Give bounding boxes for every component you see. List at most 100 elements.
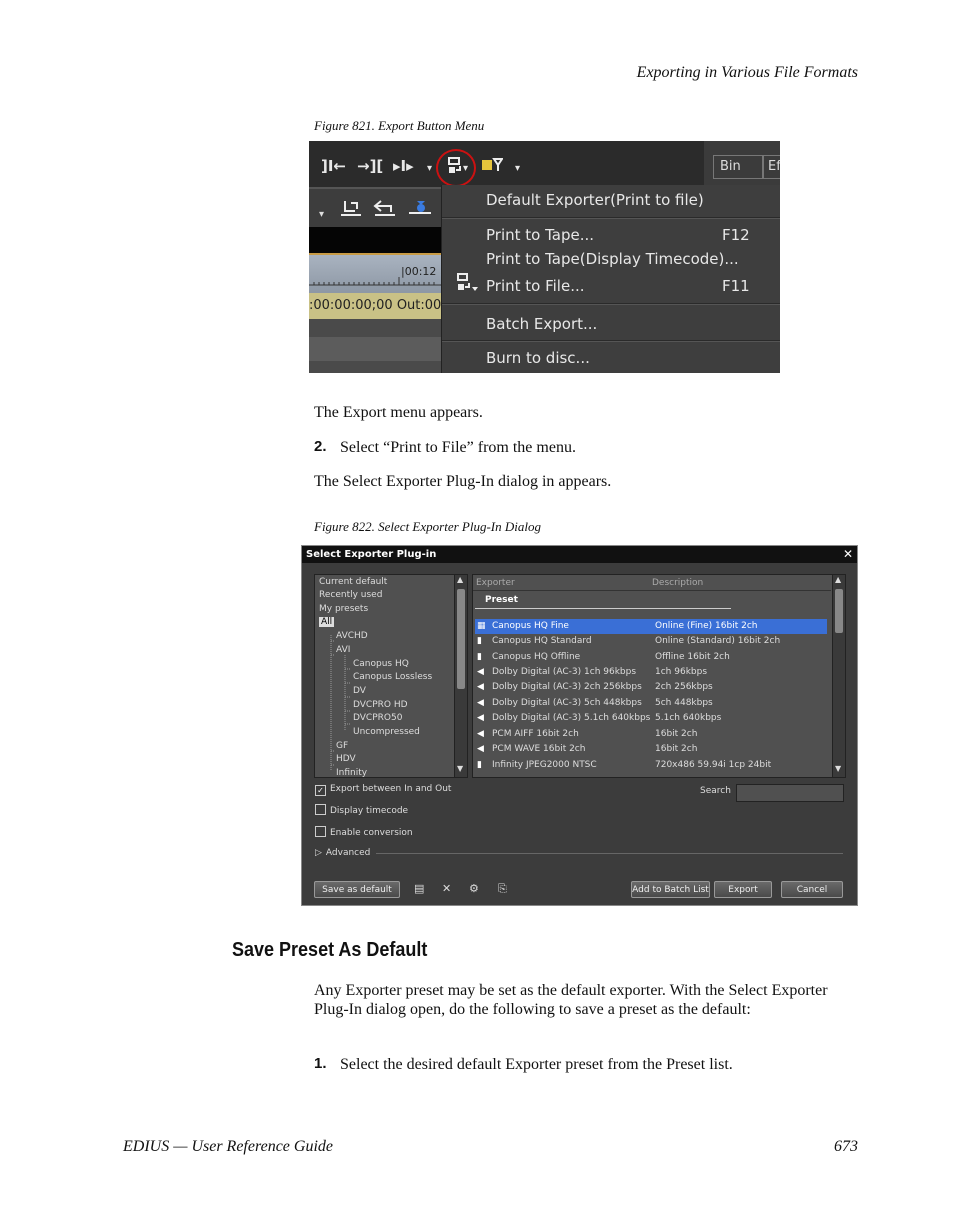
delete-icon[interactable]: ✕ [442, 882, 451, 895]
advanced-label: Advanced [325, 848, 371, 858]
tab-preset[interactable]: Preset [485, 595, 518, 605]
paragraph-dialog-appears: The Select Exporter Plug-In dialog in ap… [314, 473, 612, 490]
bin-tab[interactable]: Bin [713, 155, 763, 179]
scroll-up-icon[interactable]: ▲ [835, 575, 841, 584]
checkbox-box[interactable] [315, 826, 326, 837]
tree-item[interactable]: Canopus HQ [353, 659, 409, 669]
section-heading: Save Preset As Default [232, 939, 428, 961]
cancel-button[interactable]: Cancel [781, 881, 843, 898]
select-exporter-dialog: Select Exporter Plug-in ✕ Current defaul… [301, 545, 858, 906]
highlight-circle [436, 149, 476, 187]
preset-list: Exporter Description Preset ▦ Canopus HQ … [472, 574, 846, 778]
expand-triangle-icon[interactable]: ▷ [315, 848, 322, 858]
list-item[interactable]: ◀ Dolby Digital (AC-3) 2ch 256kbps 2ch 256… [475, 680, 827, 695]
display-timecode-checkbox[interactable]: Display timecode [315, 804, 408, 816]
dialog-title: Select Exporter Plug-in [302, 546, 857, 563]
menu-separator [442, 217, 780, 219]
scroll-up-icon[interactable]: ▲ [457, 575, 463, 584]
tree-item[interactable]: My presets [319, 604, 368, 614]
export-between-checkbox[interactable]: ✓ Export between In and Out [315, 784, 451, 796]
export-menu-screenshot: ]I← →][ ▸I▸ ▾ ▾ ▾ Bin Ef ▾ |00:12 :00:00… [309, 141, 780, 373]
step-number: 1. [314, 1055, 327, 1072]
tree-item[interactable]: DVCPRO HD [353, 700, 408, 710]
list-item[interactable]: ▮ Canopus HQ Standard Online (Standard) 16… [475, 634, 827, 649]
menu-item-print-to-tape[interactable]: Print to Tape... [486, 226, 594, 244]
list-item[interactable]: ◀ Dolby Digital (AC-3) 5ch 448kbps 5ch 448… [475, 696, 827, 711]
preset-tab-underline [475, 608, 731, 609]
list-item[interactable]: ◀ Dolby Digital (AC-3) 1ch 96kbps 1ch 96kb… [475, 665, 827, 680]
step-text: Select the desired default Exporter pres… [340, 1056, 733, 1073]
menu-item-burn-to-disc[interactable]: Burn to disc... [486, 349, 590, 367]
list-item[interactable]: ◀ Dolby Digital (AC-3) 5.1ch 640kbps 5.1ch… [475, 711, 827, 726]
scroll-down-icon[interactable]: ▼ [835, 764, 841, 773]
scroll-thumb[interactable] [457, 589, 465, 689]
split-dropdown-icon[interactable]: ▾ [427, 163, 432, 174]
save-as-default-button[interactable]: Save as default [314, 881, 400, 898]
row-name: PCM WAVE 16bit 2ch [492, 744, 586, 754]
timeline-track [309, 337, 441, 361]
tree-item[interactable]: DV [353, 686, 366, 696]
split-icon[interactable]: ▸I▸ [393, 157, 414, 175]
tree-item[interactable]: Current default [319, 577, 387, 587]
search-input[interactable] [736, 784, 844, 802]
save-icon[interactable]: ▤ [414, 882, 424, 895]
tree-item[interactable]: Recently used [319, 590, 382, 600]
column-header-description[interactable]: Description [652, 578, 703, 588]
enable-conversion-checkbox[interactable]: Enable conversion [315, 826, 413, 838]
export-button[interactable]: Export [714, 881, 772, 898]
list-item[interactable]: ▦ Canopus HQ Fine Online (Fine) 16bit 2ch [475, 619, 827, 634]
menu-item-batch-export[interactable]: Batch Export... [486, 315, 597, 333]
footer-title: EDIUS — User Reference Guide [123, 1138, 334, 1155]
render-dropdown-icon[interactable]: ▾ [515, 163, 520, 174]
list-item[interactable]: ◀ PCM WAVE 16bit 2ch 16bit 2ch [475, 742, 827, 757]
list-item[interactable]: ▮ Canopus HQ Offline Offline 16bit 2ch [475, 650, 827, 665]
ripple-icon[interactable] [373, 199, 397, 217]
list-item[interactable]: ▮ Infinity JPEG2000 NTSC 720x486 59.94i 1c… [475, 758, 827, 773]
scroll-down-icon[interactable]: ▼ [457, 764, 463, 773]
effect-tab[interactable]: Ef [763, 155, 780, 179]
menu-item-print-to-file[interactable]: Print to File... [486, 277, 585, 295]
checkmark-icon[interactable]: ✓ [315, 785, 326, 796]
close-icon[interactable]: ✕ [843, 546, 853, 563]
add-to-batch-list-button[interactable]: Add to Batch List [631, 881, 710, 898]
list-item[interactable]: ◀ PCM AIFF 16bit 2ch 16bit 2ch [475, 727, 827, 742]
set-in-icon[interactable]: ]I← [321, 157, 346, 175]
menu-item-print-to-tape-timecode[interactable]: Print to Tape(Display Timecode)... [486, 250, 739, 268]
scroll-thumb[interactable] [835, 589, 843, 633]
tree-item[interactable]: DVCPRO50 [353, 713, 402, 723]
row-description: 16bit 2ch [655, 744, 698, 754]
column-header-exporter[interactable]: Exporter [476, 578, 515, 588]
row-description: Online (Standard) 16bit 2ch [655, 636, 781, 646]
checkbox-label: Enable conversion [330, 828, 413, 838]
import-preset-icon[interactable]: ⚙ [469, 882, 479, 895]
in-out-timecode: :00:00:00;00 Out:00 [309, 293, 441, 319]
row-description: 5ch 448kbps [655, 698, 713, 708]
export-preset-icon[interactable]: ⎘ [498, 882, 507, 896]
track-toolbar: ▾ [309, 189, 441, 227]
row-name: Canopus HQ Standard [492, 636, 592, 646]
tree-scrollbar[interactable]: ▲ ▼ [454, 575, 467, 777]
track-dropdown-icon[interactable]: ▾ [319, 209, 324, 220]
render-icon[interactable] [481, 157, 504, 177]
row-name: PCM AIFF 16bit 2ch [492, 729, 579, 739]
audio-icon: ◀ [477, 682, 484, 692]
checkbox-label: Export between In and Out [330, 784, 452, 794]
running-header: Exporting in Various File Formats [636, 64, 858, 81]
tree-item[interactable]: Canopus Lossless [353, 672, 432, 682]
tree-item[interactable]: Uncompressed [353, 727, 420, 737]
row-name: Dolby Digital (AC-3) 5.1ch 640kbps [492, 713, 651, 723]
set-out-icon[interactable]: →][ [357, 157, 383, 175]
shortcut-f12: F12 [722, 226, 750, 244]
list-scrollbar[interactable]: ▲ ▼ [832, 575, 845, 777]
menu-item-default-exporter[interactable]: Default Exporter(Print to file) [486, 191, 704, 209]
sync-lock-icon[interactable] [339, 199, 363, 217]
paragraph-export-menu-appears: The Export menu appears. [314, 404, 483, 421]
audio-icon: ◀ [477, 744, 484, 754]
checkbox-box[interactable] [315, 804, 326, 815]
track-header [309, 227, 441, 253]
marker-icon[interactable] [407, 199, 433, 217]
row-name: Infinity JPEG2000 NTSC [492, 760, 597, 770]
advanced-expander[interactable]: ▷ Advanced [315, 848, 370, 858]
row-description: 1ch 96kbps [655, 667, 708, 677]
tree-item-selected[interactable]: All [319, 617, 335, 627]
